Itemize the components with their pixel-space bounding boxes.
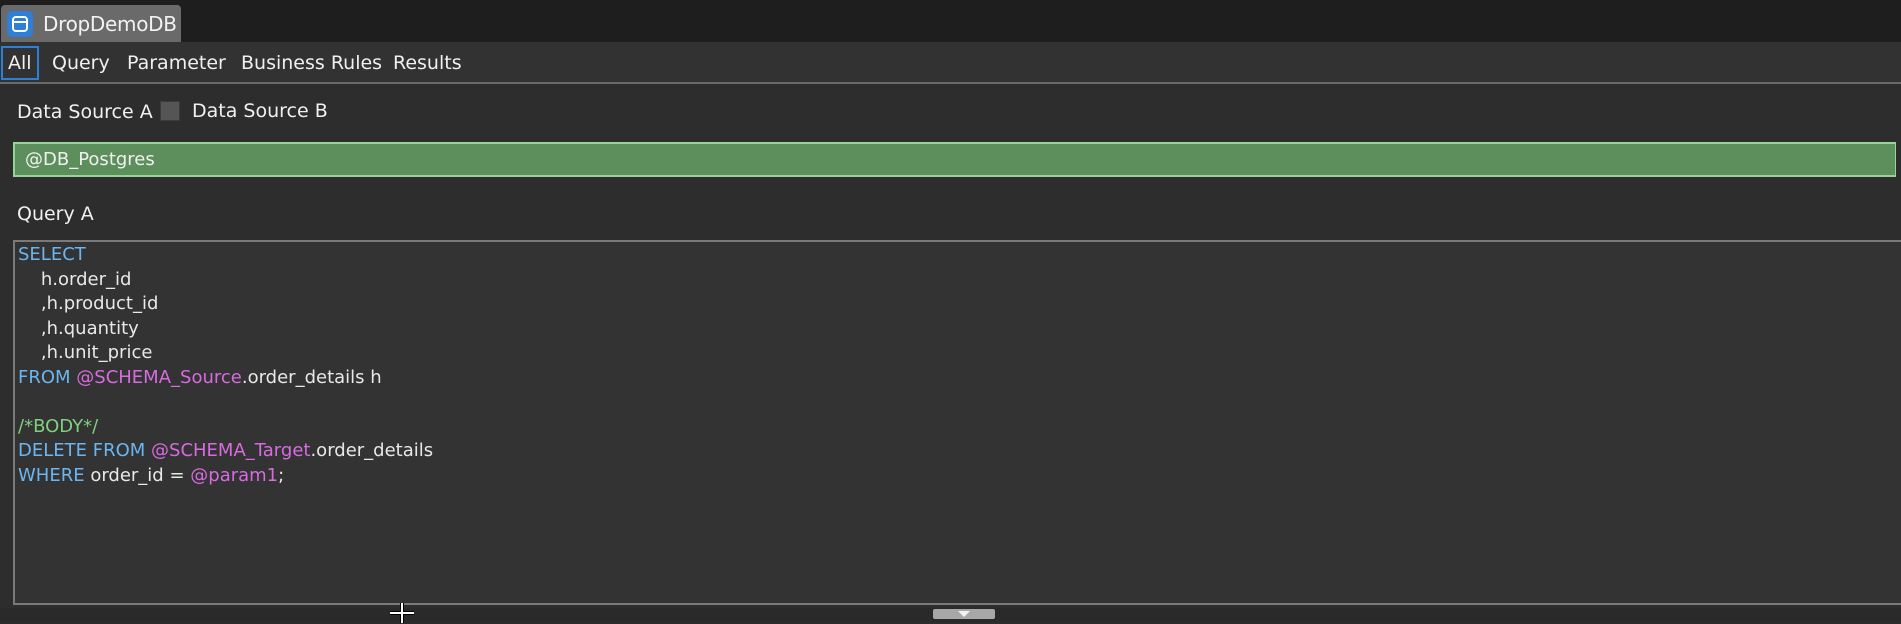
data-source-a-label: Data Source A: [17, 101, 153, 123]
code-line: DELETE FROM @SCHEMA_Target.order_details: [18, 439, 433, 464]
code-token: /*BODY*/: [18, 415, 99, 437]
code-line: ,h.unit_price: [18, 341, 433, 366]
chevron-down-icon[interactable]: [958, 611, 970, 617]
title-bar: DropDemoDB: [0, 0, 1901, 42]
code-line: WHERE order_id = @param1;: [18, 464, 433, 489]
database-app-icon: [7, 10, 33, 37]
code-token: ;: [278, 464, 285, 486]
code-line: ,h.quantity: [18, 317, 433, 342]
document-tab[interactable]: DropDemoDB: [1, 5, 181, 42]
tab-parameter[interactable]: Parameter: [127, 46, 226, 80]
data-source-b-label[interactable]: Data Source B: [192, 100, 328, 122]
tab-results[interactable]: Results: [393, 46, 462, 80]
code-token: ,h.product_id: [18, 293, 159, 314]
sql-editor[interactable]: SELECT h.order_id ,h.product_id ,h.quant…: [13, 240, 1901, 605]
tab-bar: All Query Parameter Business Rules Resul…: [0, 42, 1901, 84]
code-token: FROM: [18, 366, 77, 388]
code-line: SELECT: [18, 243, 433, 268]
code-token: ,h.unit_price: [18, 342, 153, 363]
code-token: ,h.quantity: [18, 317, 139, 339]
code-token: .order_details: [310, 440, 434, 461]
code-token: SELECT: [18, 244, 86, 265]
data-source-combo[interactable]: @DB_Postgres: [13, 142, 1901, 177]
code-token: @param1: [190, 464, 279, 486]
tab-business-rules[interactable]: Business Rules: [241, 46, 382, 80]
data-source-b-checkbox[interactable]: [160, 101, 180, 121]
code-line: h.order_id: [18, 268, 433, 293]
code-token: DELETE FROM: [18, 440, 152, 461]
code-token: @SCHEMA_Source: [76, 366, 242, 388]
sql-code[interactable]: SELECT h.order_id ,h.product_id ,h.quant…: [18, 243, 433, 488]
code-token: @SCHEMA_Target: [151, 440, 311, 461]
code-line: FROM @SCHEMA_Source.order_details h: [18, 366, 433, 391]
code-line: ,h.product_id: [18, 292, 433, 317]
code-token: WHERE: [18, 464, 91, 486]
code-line: /*BODY*/: [18, 415, 433, 440]
chevron-down-icon[interactable]: [1895, 142, 1901, 177]
tab-query[interactable]: Query: [52, 46, 110, 80]
code-token: .order_details h: [241, 366, 382, 388]
tab-all[interactable]: All: [1, 46, 39, 80]
code-token: h.order_id: [18, 268, 132, 290]
document-tab-label: DropDemoDB: [43, 11, 177, 36]
query-a-label: Query A: [17, 203, 94, 225]
resize-cursor-icon: [390, 603, 414, 623]
code-token: order_id =: [90, 464, 191, 486]
